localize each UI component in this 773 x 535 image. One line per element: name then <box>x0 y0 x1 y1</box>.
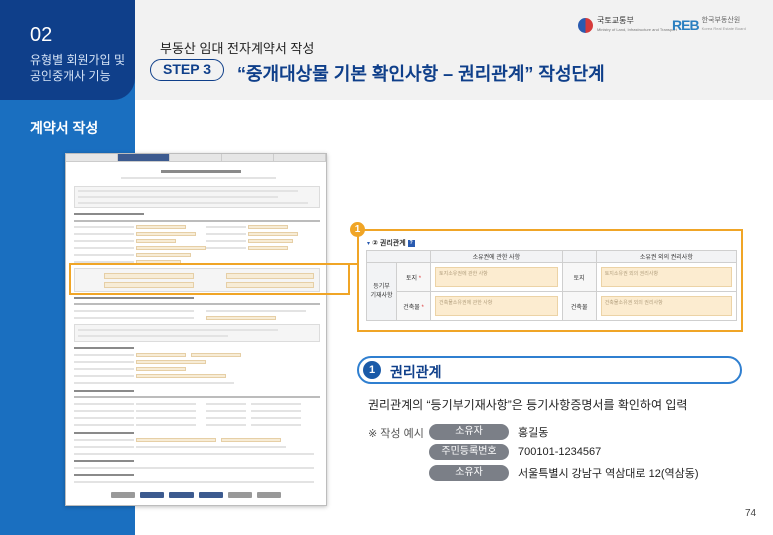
form-heading <box>161 170 241 173</box>
section-desc-line1: 유형별 회원가입 및 <box>30 53 125 67</box>
page-number: 74 <box>745 508 757 519</box>
col-other-header: 소유권 외의 권리사항 <box>595 250 738 263</box>
land-owner-input[interactable]: 토지소유권에 관한 사항 <box>435 267 558 287</box>
form-tabs <box>66 154 326 162</box>
example-value: 서울특별시 강남구 역삼대로 12(역삼동) <box>518 468 699 480</box>
land-label: 토지 * <box>396 262 431 292</box>
step-badge: STEP 3 <box>150 59 224 81</box>
section-description: 유형별 회원가입 및 공인중개사 기능 <box>30 52 125 84</box>
callout-badge: 1 <box>350 222 365 237</box>
collapse-chevron-icon[interactable]: ▾ <box>367 240 370 247</box>
building-label: 건축물 * <box>396 291 431 321</box>
example-value: 700101-1234567 <box>518 446 602 458</box>
section-header: 02 유형별 회원가입 및 공인중개사 기능 <box>0 0 135 100</box>
building-label-2: 건축물 <box>561 291 597 321</box>
reb-name-en: Korea Real Estate Board <box>701 26 746 31</box>
section-number: 02 <box>30 24 53 46</box>
molit-name-en: Ministry of Land, Infrastructure and Tra… <box>597 27 677 32</box>
example-row: 주민등록번호 700101-1234567 <box>429 444 601 460</box>
example-key: 소유자 <box>429 424 509 440</box>
land-other-input[interactable]: 토지소유권 외의 권리사항 <box>600 267 732 287</box>
reb-logo: REB 한국부동산원 Korea Real Estate Board <box>672 17 746 33</box>
example-row: 소유자 홍길동 <box>429 424 548 440</box>
building-owner-input[interactable]: 건축물소유권에 관한 사항 <box>435 296 558 316</box>
page-subtitle: 부동산 임대 전자계약서 작성 <box>160 41 315 56</box>
example-value: 홍길동 <box>518 427 549 439</box>
banner-number: 1 <box>363 361 381 379</box>
col-owner-header: 소유권에 관한 사항 <box>430 250 563 263</box>
example-label: ※ 작성 예시 <box>368 428 424 440</box>
banner-title: 권리관계 <box>390 364 442 380</box>
help-icon[interactable]: ? <box>407 239 415 247</box>
reb-name: 한국부동산원 <box>701 17 741 24</box>
example-row: 소유자 서울특별시 강남구 역삼대로 12(역삼동) <box>429 465 699 481</box>
reb-mark: REB <box>672 17 700 33</box>
section-desc-line2: 공인중개사 기능 <box>30 69 111 83</box>
example-key: 주민등록번호 <box>429 444 509 460</box>
rights-section-title: ▾ ② 권리관계 ? <box>367 238 415 248</box>
form-action-buttons <box>111 492 282 498</box>
rights-title-text: ② 권리관계 <box>372 240 406 247</box>
rights-description: 권리관계의 “등기부기재사항”은 등기사항증명서를 확인하여 입력 <box>368 398 688 412</box>
molit-emblem-icon <box>578 17 593 33</box>
molit-name: 국토교통부 <box>597 16 634 25</box>
registry-row-header: 등기부 기재사항 <box>366 262 397 321</box>
example-key: 소유자 <box>429 465 509 481</box>
sidebar-label: 계약서 작성 <box>30 120 99 136</box>
rights-section-highlight <box>69 263 350 295</box>
rights-table: 소유권에 관한 사항 소유권 외의 권리사항 등기부 기재사항 토지 * 토지소유… <box>366 250 738 321</box>
contract-form-thumbnail <box>65 153 327 506</box>
rights-zoom-panel: ▾ ② 권리관계 ? 소유권에 관한 사항 소유권 외의 권리사항 등기부 기재사… <box>357 229 743 332</box>
land-label-2: 토지 <box>561 262 597 292</box>
molit-logo: 국토교통부 Ministry of Land, Infrastructure an… <box>578 16 677 34</box>
building-other-input[interactable]: 건축물소유권 외의 권리사항 <box>600 296 732 316</box>
rights-banner: 1 권리관계 <box>357 356 742 384</box>
page-title: “중개대상물 기본 확인사항 – 권리관계” 작성단계 <box>237 64 605 84</box>
